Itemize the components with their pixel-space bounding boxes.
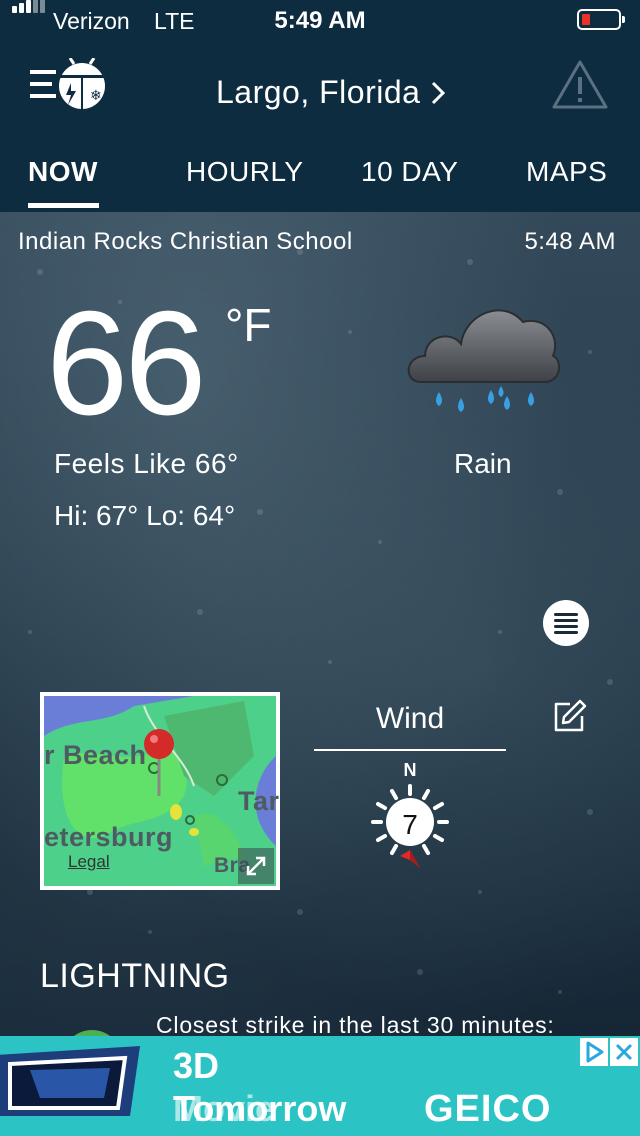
feels-like: Feels Like 66° [54,448,239,479]
wind-title: Wind [375,702,445,735]
lightning-text: Closest strike in the last 30 minutes: [156,1012,555,1038]
now-panel: Indian Rocks Christian School 5:48 AM 66… [0,212,640,1040]
ad-brand: GEICO [424,1088,552,1130]
svg-text:❄: ❄ [90,88,102,104]
3d-glasses-icon [0,1036,170,1136]
location-name: Largo, Florida [216,74,421,110]
status-time: 5:49 AM [274,7,366,34]
wind-speed: 7 [402,809,418,840]
edit-button[interactable] [550,698,588,736]
battery-icon [577,9,625,30]
expand-icon[interactable] [238,848,274,884]
lightning-title: LIGHTNING [40,957,230,995]
tab-now[interactable]: NOW [28,156,98,188]
compass-north-label: N [404,760,417,780]
tab-10-day[interactable]: 10 DAY [361,156,458,188]
ad-choices-icon[interactable] [580,1038,608,1066]
tab-hourly[interactable]: HOURLY [186,156,304,188]
hamburger-bug-logo-icon: ❄ [30,57,105,109]
edit-icon [554,699,587,732]
map-label: Tar [238,786,280,816]
radar-map-thumbnail[interactable]: r Beach etersburg Tar Bra Legal [40,692,280,890]
chevron-right-icon [432,81,446,104]
condition-label: Rain [454,448,512,479]
app-header: Verizon LTE 5:49 AM ❄ Largo, Florida NOW… [0,0,640,212]
ad-headline: 3D [173,1045,220,1086]
map-legal-link[interactable]: Legal [68,852,110,872]
weather-station-name[interactable]: Indian Rocks Christian School [18,228,353,256]
rain-cloud-icon [403,290,563,425]
tab-bar: NOW HOURLY 10 DAY MAPS [0,150,640,212]
ad-close-icon[interactable] [610,1038,638,1066]
map-label: r Beach [44,740,147,770]
alerts-button[interactable] [551,59,609,111]
status-bar: Verizon LTE 5:49 AM [0,0,640,40]
list-view-button[interactable] [543,600,589,646]
temperature-unit: °F [225,299,272,351]
map-pin-icon [144,729,174,796]
location-selector[interactable]: Largo, Florida [216,74,446,111]
current-temperature: 66 [46,281,207,446]
wind-divider [314,749,506,751]
tab-maps[interactable]: MAPS [526,156,607,188]
hi-lo-temperature: Hi: 67° Lo: 64° [54,500,236,531]
warning-triangle-icon [552,60,608,109]
active-tab-indicator [28,203,99,208]
map-label: etersburg [44,822,174,852]
menu-button[interactable]: ❄ [28,57,108,114]
advertisement-banner[interactable]: 3D Movie Tomorrow GEICO [0,1036,640,1136]
ad-tomorrow-text: Tomorrow [173,1088,347,1129]
observation-time: 5:48 AM [524,228,616,255]
